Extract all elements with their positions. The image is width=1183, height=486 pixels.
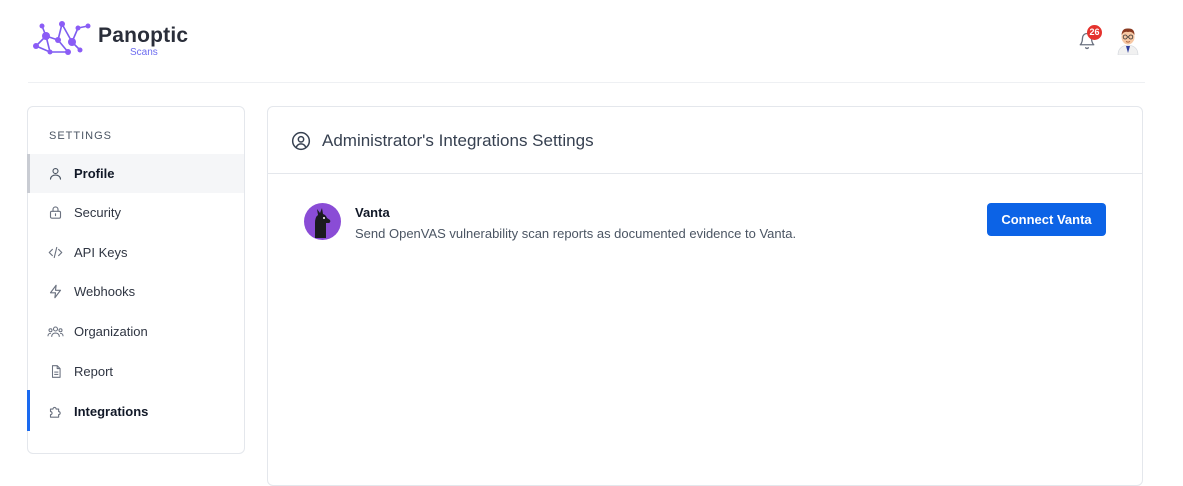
vanta-logo-icon [304, 203, 341, 240]
network-logo-icon [33, 21, 91, 55]
integration-name: Vanta [355, 205, 390, 220]
sidebar-item-label: Organization [74, 324, 148, 339]
sidebar-item-organization[interactable]: Organization [28, 312, 244, 351]
lock-icon [47, 204, 64, 221]
integrations-panel: Administrator's Integrations Settings Va… [267, 106, 1143, 486]
sidebar-item-webhooks[interactable]: Webhooks [28, 272, 244, 311]
connect-vanta-button[interactable]: Connect Vanta [987, 203, 1106, 236]
sidebar-item-label: Webhooks [74, 284, 136, 299]
brand-title: Panoptic [98, 24, 189, 47]
brand-subtitle: Scans [130, 47, 158, 58]
top-header: Panoptic Scans 26 [28, 0, 1145, 83]
sidebar-item-label: Report [74, 364, 114, 379]
sidebar-item-integrations[interactable]: Integrations [27, 390, 244, 431]
sidebar-item-profile[interactable]: Profile [27, 154, 244, 193]
notification-count-badge: 26 [1087, 25, 1102, 40]
page-title: Administrator's Integrations Settings [322, 131, 594, 150]
panel-header: Administrator's Integrations Settings [268, 107, 1142, 174]
settings-sidebar: SETTINGS Profile Security API Keys Webho… [27, 106, 245, 454]
bolt-icon [47, 283, 64, 300]
sidebar-item-security[interactable]: Security [28, 193, 244, 232]
brand-logo[interactable]: Panoptic Scans [28, 18, 198, 62]
sidebar-item-label: API Keys [74, 245, 128, 260]
sidebar-item-label: Security [74, 205, 121, 220]
puzzle-icon [47, 403, 64, 420]
integration-description: Send OpenVAS vulnerability scan reports … [355, 226, 797, 241]
sidebar-item-label: Integrations [74, 404, 149, 419]
document-icon [47, 363, 64, 380]
sidebar-item-api-keys[interactable]: API Keys [28, 233, 244, 272]
user-icon [47, 165, 64, 182]
sidebar-item-label: Profile [74, 166, 115, 181]
sidebar-item-report[interactable]: Report [28, 352, 244, 391]
user-avatar[interactable] [1115, 26, 1141, 56]
user-circle-icon [291, 131, 311, 151]
code-icon [47, 244, 64, 261]
users-icon [47, 323, 64, 340]
sidebar-heading: SETTINGS [49, 130, 113, 142]
